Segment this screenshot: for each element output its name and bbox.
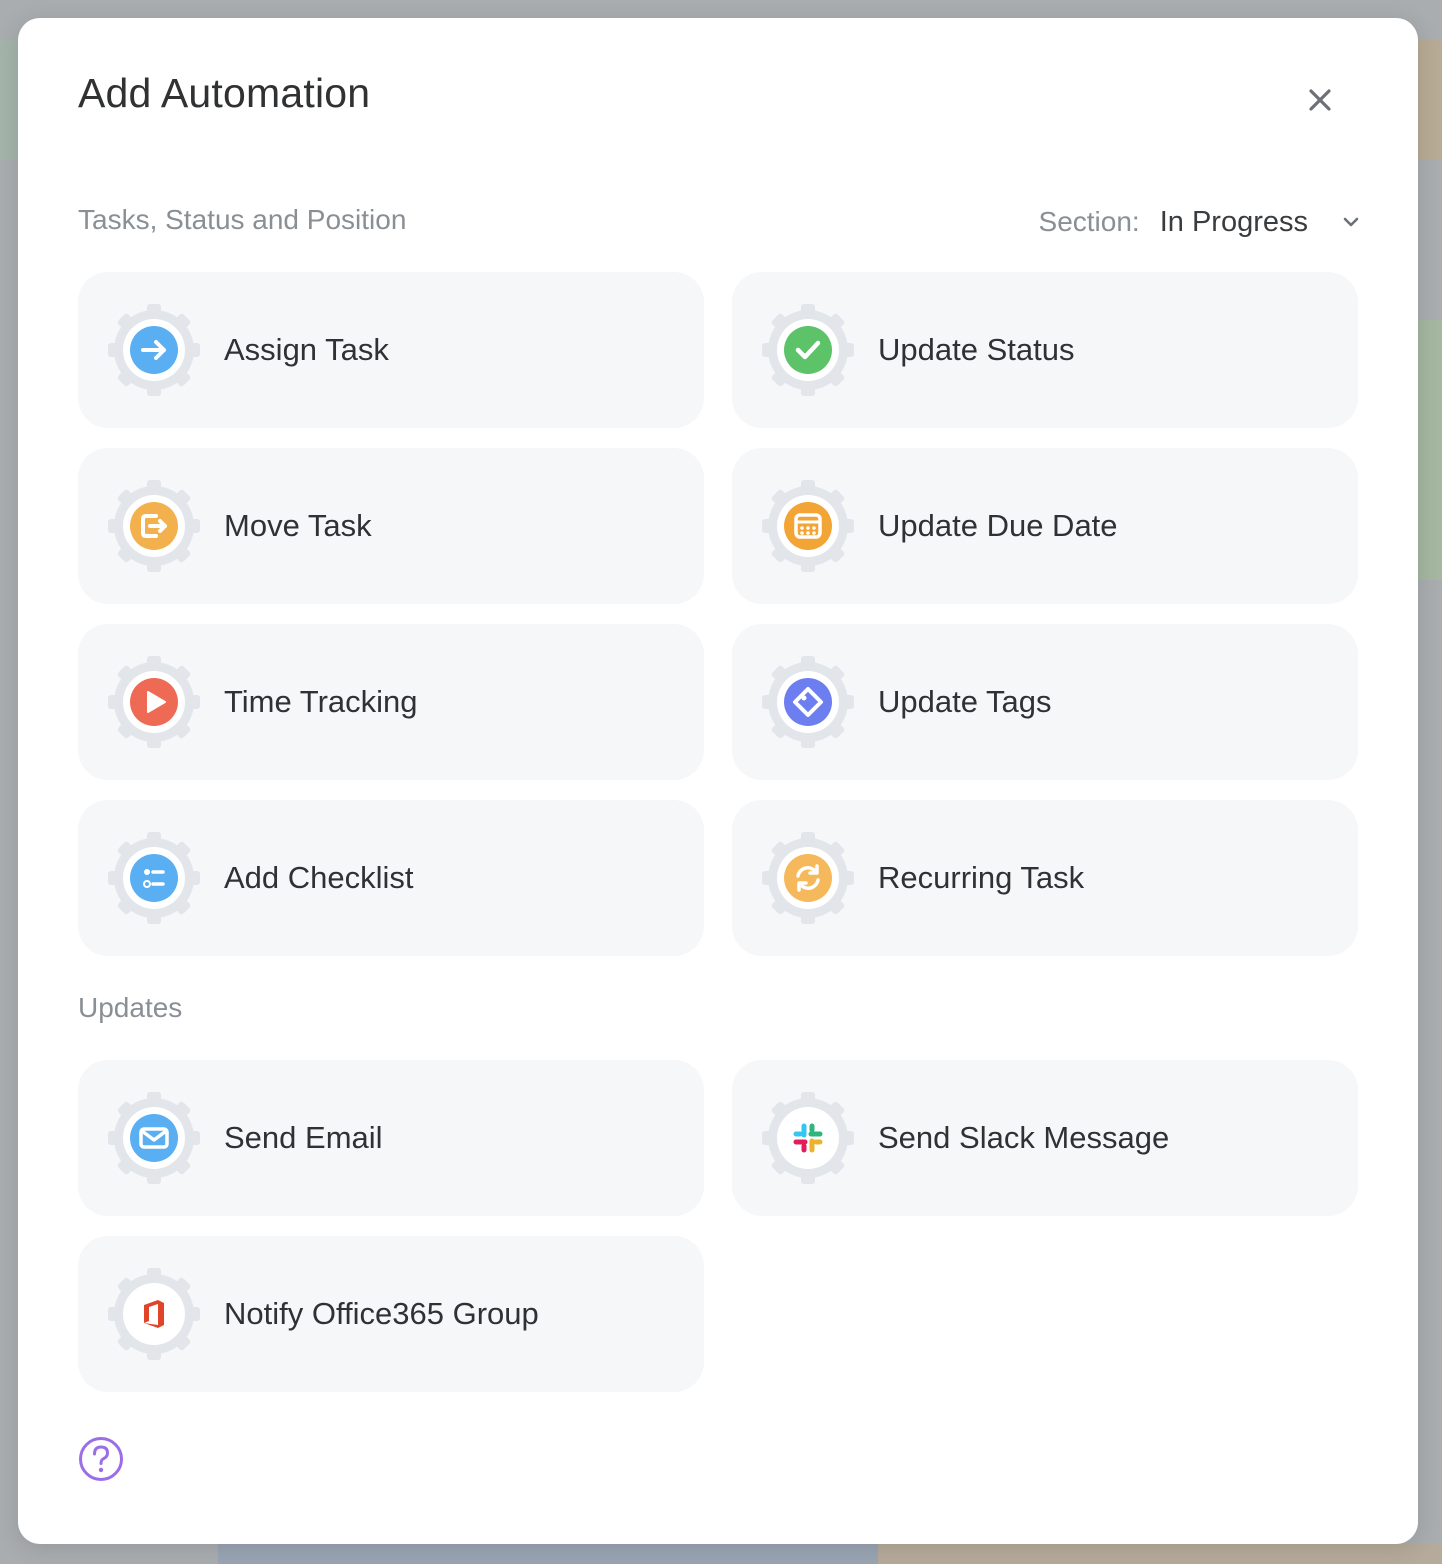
tasks-grid: Assign Task Update Status Move Task Upda…	[78, 272, 1358, 956]
automation-label: Add Checklist	[224, 860, 414, 895]
question-icon	[79, 1437, 123, 1481]
section-heading-tasks: Tasks, Status and Position	[78, 204, 407, 235]
automation-label: Update Due Date	[878, 508, 1118, 543]
help-button[interactable]	[78, 1436, 124, 1482]
gear-badge	[106, 1090, 202, 1186]
section-dropdown-label: Section:	[1038, 206, 1140, 237]
gear-badge	[760, 302, 856, 398]
modal-title: Add Automation	[78, 70, 371, 116]
gear-badge	[106, 830, 202, 926]
automation-label: Notify Office365 Group	[224, 1296, 539, 1331]
automation-label: Move Task	[224, 508, 372, 543]
automation-update-due-date[interactable]: Update Due Date	[732, 448, 1358, 604]
section-dropdown-value: In Progress	[1159, 205, 1308, 238]
gear-badge	[106, 302, 202, 398]
automation-add-checklist[interactable]: Add Checklist	[78, 800, 704, 956]
section-dropdown[interactable]: Section: In Progress	[1039, 202, 1360, 242]
gear-badge	[760, 1090, 856, 1186]
automation-move-task[interactable]: Move Task	[78, 448, 704, 604]
automation-assign-task[interactable]: Assign Task	[78, 272, 704, 428]
automation-label: Time Tracking	[224, 684, 418, 719]
gear-badge	[106, 1266, 202, 1362]
automation-label: Send Email	[224, 1120, 383, 1155]
gear-badge	[760, 654, 856, 750]
automation-update-tags[interactable]: Update Tags	[732, 624, 1358, 780]
automation-send-email[interactable]: Send Email	[78, 1060, 704, 1216]
automation-label: Update Status	[878, 332, 1075, 367]
gear-badge	[106, 478, 202, 574]
section-heading-updates: Updates	[78, 992, 183, 1023]
automation-label: Assign Task	[224, 332, 389, 367]
automation-recurring-task[interactable]: Recurring Task	[732, 800, 1358, 956]
updates-grid: Send Email Send Slack Message Notify Off…	[78, 1060, 1358, 1392]
automation-notify-office365-group[interactable]: Notify Office365 Group	[78, 1236, 704, 1392]
automation-send-slack-message[interactable]: Send Slack Message	[732, 1060, 1358, 1216]
automation-label: Update Tags	[878, 684, 1052, 719]
close-button[interactable]	[1300, 80, 1340, 120]
chevron-down-icon	[1343, 217, 1359, 227]
add-automation-modal: Add Automation Tasks, Status and Positio…	[18, 18, 1418, 1544]
automation-time-tracking[interactable]: Time Tracking	[78, 624, 704, 780]
automation-label: Recurring Task	[878, 860, 1085, 895]
gear-badge	[106, 654, 202, 750]
gear-badge	[760, 830, 856, 926]
gear-badge	[760, 478, 856, 574]
close-icon	[1309, 89, 1331, 111]
automation-update-status[interactable]: Update Status	[732, 272, 1358, 428]
automation-label: Send Slack Message	[878, 1120, 1170, 1155]
